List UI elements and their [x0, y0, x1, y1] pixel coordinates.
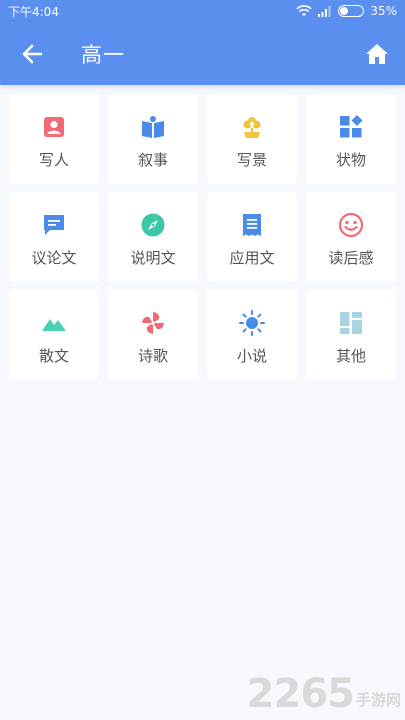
category-tile[interactable]: 其他 — [306, 290, 396, 380]
category-tile[interactable]: 叙事 — [108, 94, 198, 184]
flower-icon — [239, 114, 265, 140]
category-label: 说明文 — [130, 249, 176, 267]
signal-icon — [318, 6, 331, 17]
category-tile[interactable]: 小说 — [207, 290, 297, 380]
shapes-icon — [338, 114, 364, 140]
category-tile[interactable]: 状物 — [306, 94, 396, 184]
sun-icon — [239, 310, 265, 336]
category-label: 叙事 — [137, 151, 168, 169]
category-label: 读后感 — [328, 249, 374, 267]
open-book-icon — [140, 114, 166, 140]
category-tile[interactable]: 诗歌 — [108, 290, 198, 380]
category-tile[interactable]: 议论文 — [9, 192, 99, 282]
category-label: 应用文 — [229, 249, 275, 267]
mountain-icon — [41, 310, 67, 336]
person-badge-icon — [41, 114, 67, 140]
category-label: 写人 — [38, 151, 69, 169]
category-label: 写景 — [236, 151, 267, 169]
dashboard-icon — [338, 310, 364, 336]
category-label: 状物 — [335, 151, 366, 169]
arrow-left-icon — [22, 44, 43, 63]
category-tile[interactable]: 说明文 — [108, 192, 198, 282]
category-label: 小说 — [236, 347, 267, 365]
compass-icon — [140, 212, 166, 238]
app-bar: 高一 — [0, 22, 405, 85]
battery-percent: 35% — [370, 4, 397, 18]
status-bar: 下午4:04 35% — [0, 0, 405, 22]
category-tile[interactable]: 散文 — [9, 290, 99, 380]
battery-icon — [338, 5, 365, 17]
watermark-number: 2265 — [246, 671, 355, 717]
wifi-icon — [296, 5, 312, 16]
category-label: 诗歌 — [137, 347, 168, 365]
home-button[interactable] — [363, 40, 391, 68]
pinwheel-icon — [140, 310, 166, 336]
home-icon — [366, 44, 388, 64]
chat-bubble-icon — [41, 212, 67, 238]
category-tile[interactable]: 写景 — [207, 94, 297, 184]
watermark: 2265 手游网 — [247, 674, 401, 714]
document-icon — [239, 212, 265, 238]
watermark-text: 手游网 — [355, 691, 401, 709]
back-button[interactable] — [0, 22, 64, 85]
category-label: 散文 — [38, 347, 69, 365]
category-tile[interactable]: 写人 — [9, 94, 99, 184]
smiley-icon — [338, 212, 364, 238]
category-label: 议论文 — [31, 249, 77, 267]
category-tile[interactable]: 读后感 — [306, 192, 396, 282]
category-label: 其他 — [335, 347, 366, 365]
status-icons: 35% — [296, 4, 397, 18]
status-time: 下午4:04 — [8, 4, 59, 19]
category-grid: 写人 叙事 写景 状物议论文 说明文 应用文 读后感散文 诗歌 小说 其他 — [9, 94, 398, 380]
page-title: 高一 — [81, 42, 125, 67]
category-tile[interactable]: 应用文 — [207, 192, 297, 282]
